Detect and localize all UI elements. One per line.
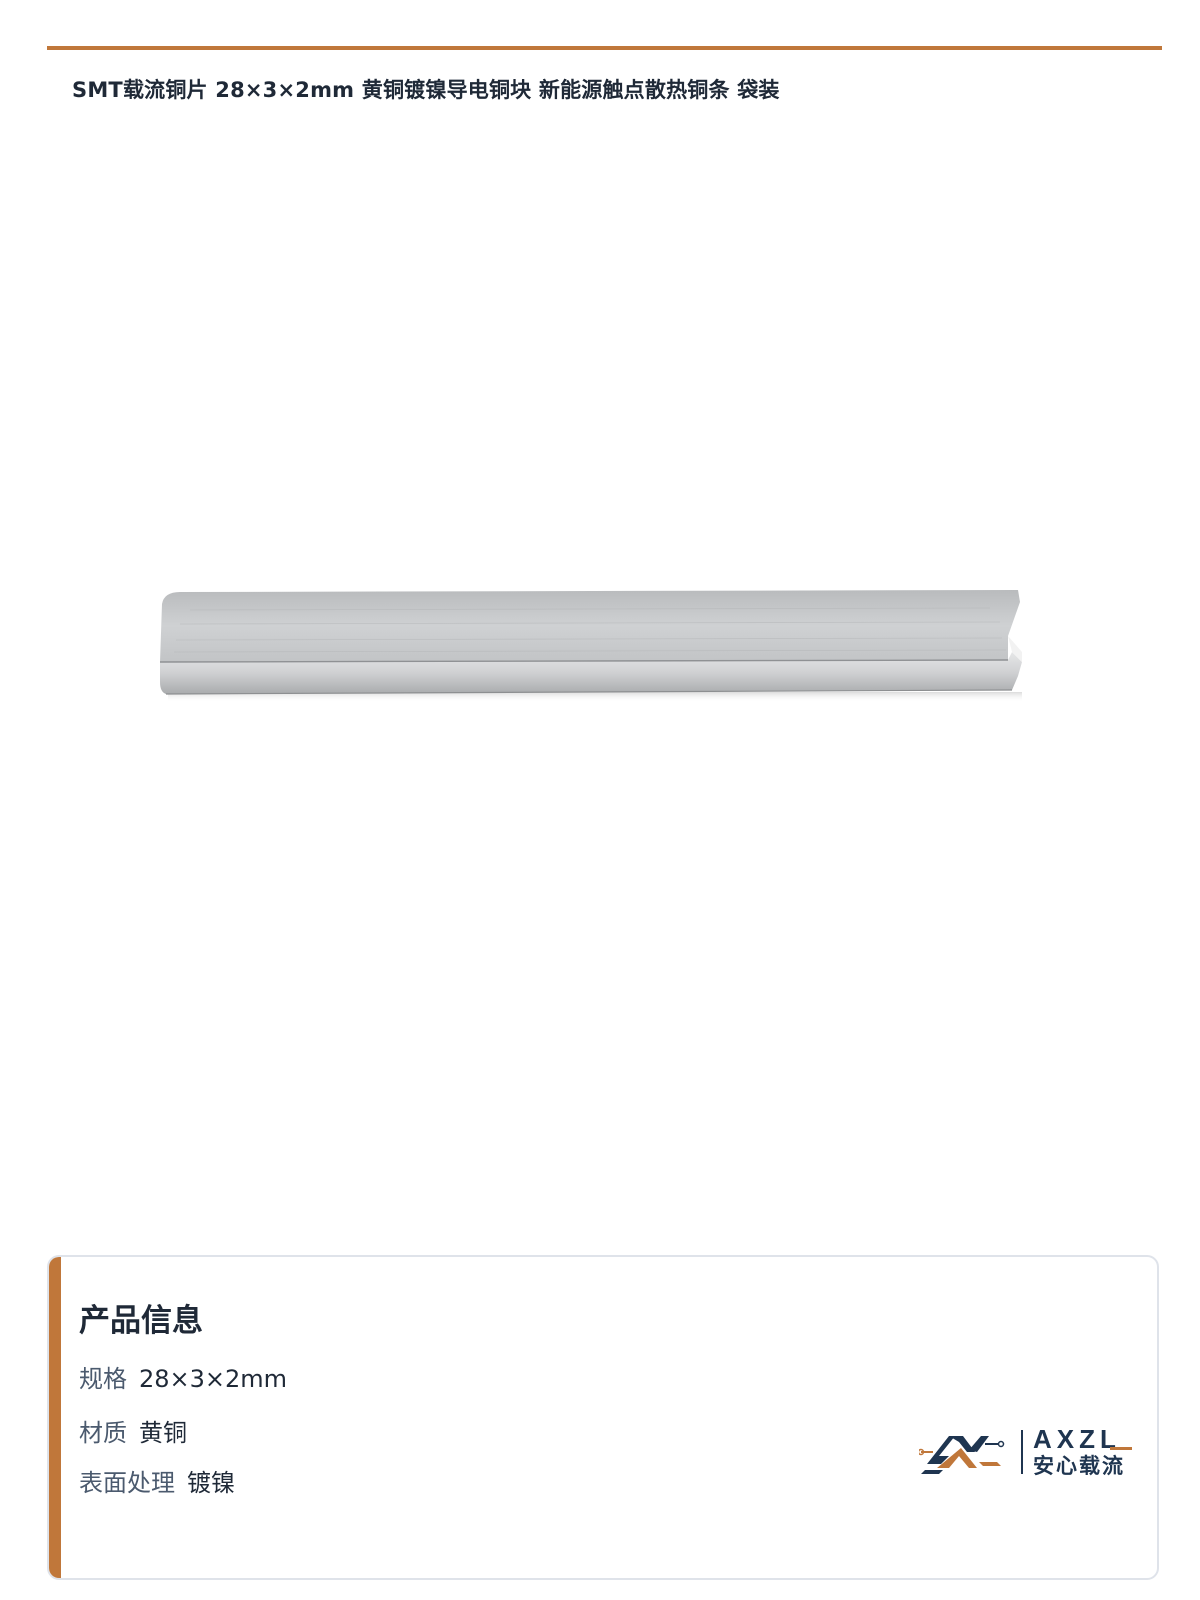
logo-wordmark: AXZL (1033, 1424, 1121, 1454)
axzl-logo-mark-icon (919, 1436, 1005, 1474)
spec-row-size: 规格 28×3×2mm (79, 1359, 287, 1394)
spec-row-finish: 表面处理 镀镍 (79, 1463, 235, 1498)
logo-wordmark-underline (1110, 1447, 1132, 1450)
spec-value: 黄铜 (139, 1419, 187, 1447)
product-info-card: 产品信息 规格 28×3×2mm 材质 黄铜 表面处理 镀镍 AXZL 安心载流 (47, 1255, 1159, 1580)
card-accent-bar (49, 1257, 61, 1578)
spec-value: 28×3×2mm (139, 1365, 288, 1393)
spec-label: 规格 (79, 1365, 127, 1393)
logo-divider (1021, 1430, 1023, 1474)
brand-logo: AXZL 安心载流 (919, 1422, 1144, 1482)
product-photo (159, 590, 1022, 702)
spec-value: 镀镍 (187, 1469, 235, 1497)
spec-label: 材质 (79, 1419, 127, 1447)
page-title: SMT载流铜片 28×3×2mm 黄铜镀镍导电铜块 新能源触点散热铜条 袋装 (72, 78, 780, 102)
logo-chinese-name: 安心载流 (1033, 1454, 1125, 1478)
card-heading: 产品信息 (79, 1303, 203, 1339)
spec-label: 表面处理 (79, 1469, 175, 1497)
spec-row-material: 材质 黄铜 (79, 1413, 187, 1448)
top-accent-rule (47, 46, 1162, 50)
